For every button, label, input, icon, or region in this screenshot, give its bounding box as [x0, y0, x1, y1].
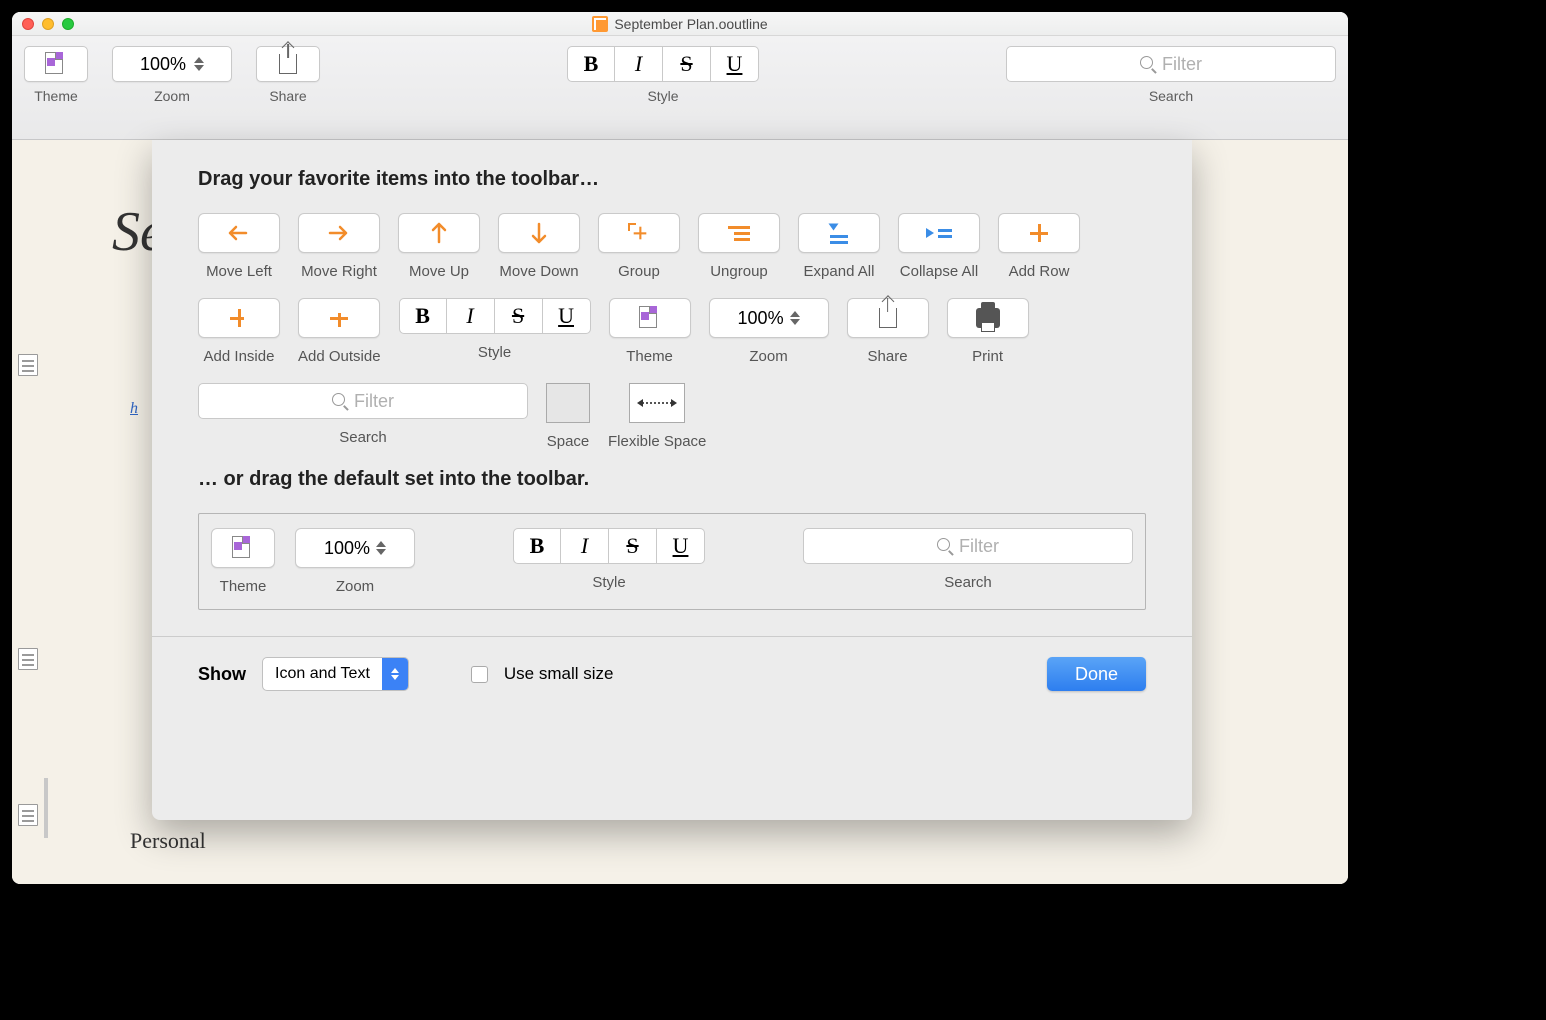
app-window: September Plan.ooutline Theme 100% Zoom …	[12, 12, 1348, 884]
item-theme[interactable]: Theme	[609, 298, 691, 365]
item-zoom[interactable]: 100%Zoom	[709, 298, 829, 365]
item-move-left[interactable]: Move Left	[198, 213, 280, 280]
fullscreen-window-button[interactable]	[62, 18, 74, 30]
plus-inside-icon	[229, 308, 249, 328]
document-link[interactable]: h	[130, 400, 138, 418]
stepper-icon	[194, 57, 204, 71]
zoom-label: Zoom	[154, 88, 190, 104]
theme-icon	[639, 306, 661, 330]
ungroup-icon	[728, 226, 750, 241]
row-handle-icon[interactable]	[18, 648, 38, 670]
item-search[interactable]: Filter Search	[198, 383, 528, 450]
arrow-down-icon	[529, 220, 549, 246]
item-collapse-all[interactable]: Collapse All	[898, 213, 980, 280]
collapse-all-icon	[926, 228, 952, 238]
share-icon	[279, 54, 297, 74]
style-segment: B I S U	[567, 46, 759, 82]
show-mode-select[interactable]: Icon and Text	[262, 657, 409, 691]
search-field[interactable]: Filter	[1006, 46, 1336, 82]
close-window-button[interactable]	[22, 18, 34, 30]
sheet-heading: Drag your favorite items into the toolba…	[198, 168, 1146, 191]
default-toolbar-set[interactable]: Theme 100%Zoom BISU Style Filter Search	[198, 513, 1146, 610]
plus-icon	[1029, 223, 1049, 243]
arrow-right-icon	[326, 223, 352, 243]
outline-item-personal[interactable]: Personal	[130, 828, 206, 854]
style-label: Style	[647, 88, 678, 104]
plus-outside-icon	[329, 308, 349, 328]
item-move-right[interactable]: Move Right	[298, 213, 380, 280]
select-arrow-icon	[382, 657, 408, 691]
share-label: Share	[269, 88, 306, 104]
group-icon	[628, 223, 650, 243]
item-group[interactable]: Group	[598, 213, 680, 280]
item-expand-all[interactable]: Expand All	[798, 213, 880, 280]
main-toolbar: Theme 100% Zoom Share B I S U Style Filt…	[12, 36, 1348, 140]
sheet-footer: Show Icon and Text Use small size Done	[152, 636, 1192, 691]
sheet-heading-2: … or drag the default set into the toolb…	[198, 468, 1146, 491]
theme-icon	[45, 52, 67, 76]
theme-label: Theme	[34, 88, 78, 104]
item-share[interactable]: Share	[847, 298, 929, 365]
small-size-label: Use small size	[504, 664, 614, 684]
arrow-left-icon	[226, 223, 252, 243]
show-label: Show	[198, 664, 246, 685]
item-space[interactable]: Space	[546, 383, 590, 450]
minimize-window-button[interactable]	[42, 18, 54, 30]
strikethrough-button[interactable]: S	[663, 46, 711, 82]
row-handle-icon[interactable]	[18, 354, 38, 376]
share-icon	[879, 308, 897, 328]
document-icon	[592, 16, 608, 32]
customize-toolbar-sheet: Drag your favorite items into the toolba…	[152, 140, 1192, 820]
space-icon	[546, 383, 590, 423]
small-size-checkbox[interactable]	[471, 666, 488, 683]
print-icon	[976, 308, 1000, 328]
underline-button[interactable]: U	[711, 46, 759, 82]
stepper-icon	[790, 311, 800, 325]
titlebar: September Plan.ooutline	[12, 12, 1348, 36]
flexible-space-icon	[629, 383, 685, 423]
item-style[interactable]: BISU Style	[399, 298, 591, 365]
item-add-row[interactable]: Add Row	[998, 213, 1080, 280]
expand-all-icon	[830, 222, 848, 244]
done-button[interactable]: Done	[1047, 657, 1146, 691]
search-icon	[1140, 56, 1156, 72]
zoom-stepper[interactable]: 100%	[112, 46, 232, 82]
search-label: Search	[1149, 88, 1193, 104]
italic-button[interactable]: I	[615, 46, 663, 82]
window-title: September Plan.ooutline	[614, 16, 767, 32]
item-print[interactable]: Print	[947, 298, 1029, 365]
item-flexible-space[interactable]: Flexible Space	[608, 383, 706, 450]
item-add-inside[interactable]: Add Inside	[198, 298, 280, 365]
share-button[interactable]	[256, 46, 320, 82]
item-move-down[interactable]: Move Down	[498, 213, 580, 280]
arrow-up-icon	[429, 220, 449, 246]
bold-button[interactable]: B	[567, 46, 615, 82]
theme-button[interactable]	[24, 46, 88, 82]
row-handle-icon[interactable]	[18, 804, 38, 826]
item-move-up[interactable]: Move Up	[398, 213, 480, 280]
item-add-outside[interactable]: Add Outside	[298, 298, 381, 365]
item-ungroup[interactable]: Ungroup	[698, 213, 780, 280]
search-icon	[332, 393, 348, 409]
